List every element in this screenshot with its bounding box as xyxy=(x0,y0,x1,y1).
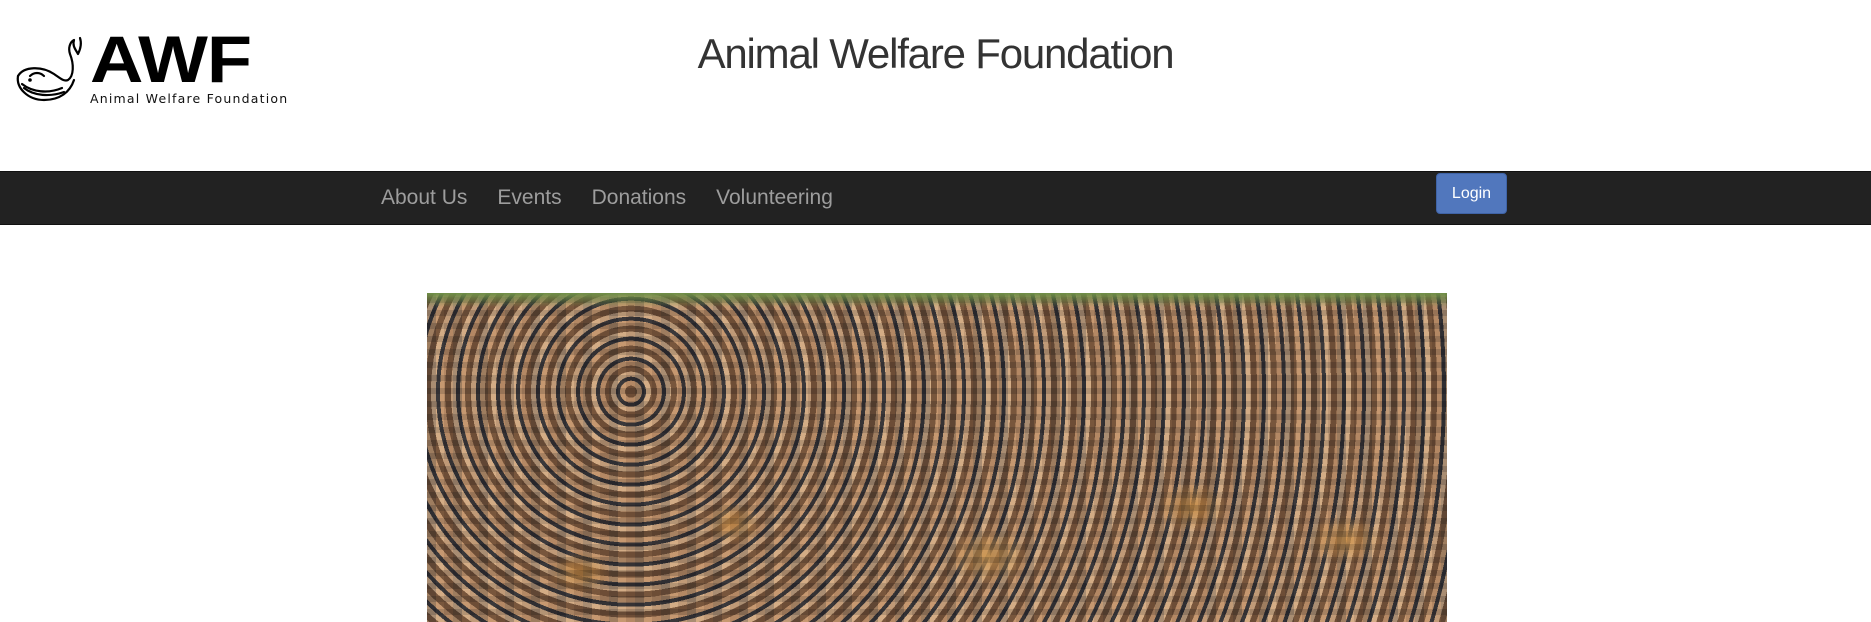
main-navbar: About Us Events Donations Volunteering L… xyxy=(0,171,1871,225)
page-title: Animal Welfare Foundation xyxy=(697,30,1175,77)
nav-link-donations[interactable]: Donations xyxy=(577,172,702,224)
nav-link-about-us[interactable]: About Us xyxy=(366,172,482,224)
hero-image-texture xyxy=(427,293,1447,622)
nav-link-events[interactable]: Events xyxy=(482,172,576,224)
site-header: AWF Animal Welfare Foundation Animal Wel… xyxy=(0,0,1871,170)
nav-link-volunteering[interactable]: Volunteering xyxy=(701,172,848,224)
hero-image-grass xyxy=(427,293,1447,307)
login-button[interactable]: Login xyxy=(1436,173,1507,214)
nav-links: About Us Events Donations Volunteering xyxy=(366,172,848,224)
logo-subtitle: Animal Welfare Foundation xyxy=(90,91,289,106)
hero-image xyxy=(427,293,1447,622)
